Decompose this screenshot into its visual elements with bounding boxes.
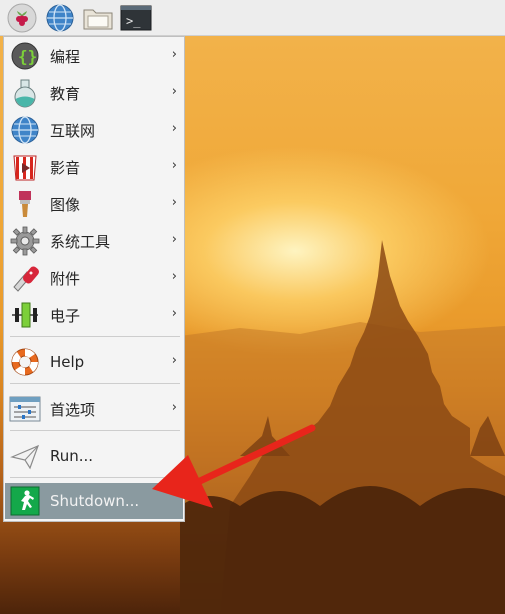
help-lifebuoy-icon (9, 346, 41, 378)
graphics-brush-icon (9, 188, 41, 220)
menu-item-sound-video[interactable]: 影音 › (5, 149, 183, 185)
menu-item-help[interactable]: Help › (5, 344, 183, 380)
sound-video-icon (9, 151, 41, 183)
menu-item-accessories[interactable]: 附件 › (5, 260, 183, 296)
file-manager-button[interactable] (82, 2, 114, 34)
menu-item-preferences[interactable]: 首选项 › (5, 391, 183, 427)
menu-item-label: 系统工具 (50, 232, 111, 251)
menu-item-education[interactable]: 教育 › (5, 75, 183, 111)
submenu-arrow-icon: › (171, 121, 177, 136)
menu-item-label: Shutdown... (50, 492, 140, 510)
electronics-component-icon (9, 299, 41, 331)
menu-item-internet[interactable]: 互联网 › (5, 112, 183, 148)
menu-separator (10, 383, 180, 384)
accessories-knife-icon (9, 262, 41, 294)
submenu-arrow-icon: › (171, 353, 177, 368)
main-menu: {} 编程 › 教育 › 互联网 › 影音 › 图像 › 系统工具 › 附件 ›… (3, 36, 185, 522)
menu-item-system-tools[interactable]: 系统工具 › (5, 223, 183, 259)
terminal-glyph: >_ (126, 14, 141, 28)
folder-icon (83, 9, 113, 29)
submenu-arrow-icon: › (171, 306, 177, 321)
menu-item-programming[interactable]: {} 编程 › (5, 38, 183, 74)
globe-icon (46, 3, 74, 32)
web-browser-button[interactable] (44, 2, 76, 34)
menu-item-label: 教育 (50, 84, 81, 103)
svg-text:{}: {} (18, 47, 37, 66)
menu-item-label: 影音 (50, 158, 81, 177)
menu-item-shutdown[interactable]: Shutdown... (5, 483, 183, 519)
preferences-icon (9, 393, 41, 425)
education-flask-icon (9, 77, 41, 109)
taskbar: >_ (0, 0, 505, 36)
submenu-arrow-icon: › (171, 84, 177, 99)
menu-separator (10, 336, 180, 337)
menu-item-label: Run... (50, 447, 94, 465)
submenu-arrow-icon: › (171, 158, 177, 173)
internet-globe-icon (9, 114, 41, 146)
menu-separator (10, 430, 180, 431)
menu-item-label: 编程 (50, 47, 81, 66)
submenu-arrow-icon: › (171, 400, 177, 415)
submenu-arrow-icon: › (171, 47, 177, 62)
shutdown-exit-icon (9, 485, 41, 517)
raspberry-menu-button[interactable] (6, 2, 38, 34)
system-tools-gear-icon (9, 225, 41, 257)
submenu-arrow-icon: › (171, 232, 177, 247)
menu-item-label: 电子 (50, 306, 81, 325)
raspberry-icon (7, 3, 37, 32)
submenu-arrow-icon: › (171, 195, 177, 210)
terminal-icon: >_ (120, 5, 152, 30)
menu-separator (10, 477, 180, 478)
terminal-button[interactable]: >_ (120, 2, 152, 34)
menu-item-electronics[interactable]: 电子 › (5, 297, 183, 333)
submenu-arrow-icon: › (171, 269, 177, 284)
menu-item-label: 图像 (50, 195, 81, 214)
programming-icon: {} (9, 40, 41, 72)
run-paper-plane-icon (9, 440, 41, 472)
menu-item-label: 互联网 (50, 121, 96, 140)
menu-item-run[interactable]: Run... (5, 438, 183, 474)
menu-item-label: Help (50, 353, 85, 371)
menu-item-graphics[interactable]: 图像 › (5, 186, 183, 222)
menu-item-label: 首选项 (50, 400, 96, 419)
menu-item-label: 附件 (50, 269, 81, 288)
